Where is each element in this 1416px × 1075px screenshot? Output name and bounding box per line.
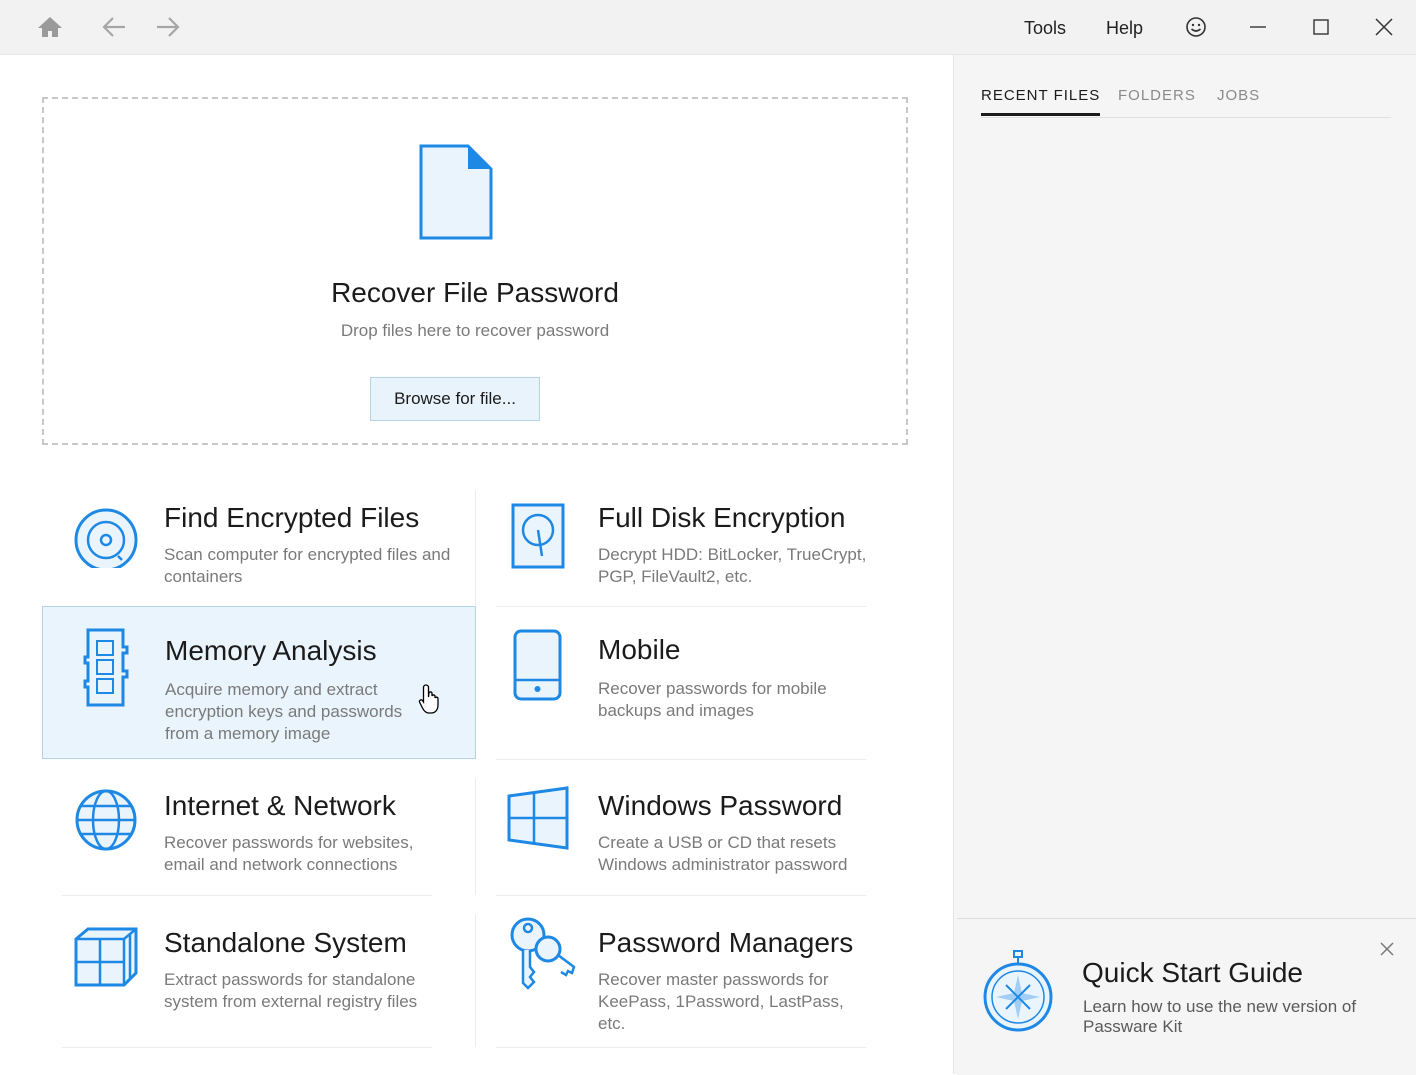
card-description: Recover master passwords for KeePass, 1P… bbox=[598, 970, 844, 1033]
card-standalone-system[interactable]: Standalone System Extract passwords for … bbox=[42, 915, 476, 1047]
maximize-icon[interactable] bbox=[1299, 0, 1343, 54]
dropzone-subtitle: Drop files here to recover password bbox=[340, 321, 610, 340]
card-description: Extract passwords for standalone system … bbox=[164, 970, 418, 1011]
quick-start-title: Quick Start Guide bbox=[1082, 957, 1303, 988]
divider bbox=[62, 1047, 432, 1048]
compass-stopwatch-icon bbox=[982, 949, 1054, 1038]
card-description: Decrypt HDD: BitLocker, TrueCrypt, PGP, … bbox=[598, 545, 867, 586]
globe-icon bbox=[72, 786, 140, 854]
card-description: Recover passwords for websites, email an… bbox=[164, 833, 414, 874]
tab-folders[interactable]: FOLDERS bbox=[1118, 85, 1196, 115]
cube-blocks-icon bbox=[72, 925, 140, 993]
file-icon bbox=[418, 143, 494, 246]
card-title: Mobile bbox=[598, 634, 681, 665]
tab-recent-files[interactable]: RECENT FILES bbox=[981, 85, 1101, 116]
card-internet-network[interactable]: Internet & Network Recover passwords for… bbox=[42, 778, 476, 895]
card-title: Memory Analysis bbox=[165, 635, 377, 666]
mobile-phone-icon bbox=[512, 628, 580, 701]
card-title: Full Disk Encryption bbox=[598, 502, 846, 533]
card-memory-analysis[interactable]: Memory Analysis Acquire memory and extra… bbox=[42, 606, 476, 759]
card-find-encrypted-files[interactable]: Find Encrypted Files Scan computer for e… bbox=[42, 490, 476, 605]
back-arrow-icon[interactable] bbox=[92, 0, 136, 54]
hard-disk-icon bbox=[506, 500, 574, 569]
close-quick-start-icon[interactable] bbox=[1375, 937, 1399, 961]
close-icon[interactable] bbox=[1362, 0, 1406, 54]
file-drop-zone[interactable]: Recover File Password Drop files here to… bbox=[42, 97, 908, 445]
card-mobile[interactable]: Mobile Recover passwords for mobile back… bbox=[476, 606, 910, 759]
hand-cursor-icon bbox=[418, 683, 444, 720]
title-bar: Tools Help bbox=[0, 0, 1416, 55]
card-windows-password[interactable]: Windows Password Create a USB or CD that… bbox=[476, 778, 910, 895]
quick-start-description: Learn how to use the new version of Pass… bbox=[1083, 997, 1357, 1036]
card-password-managers[interactable]: Password Managers Recover master passwor… bbox=[476, 915, 910, 1047]
card-title: Windows Password bbox=[598, 790, 843, 821]
card-description: Create a USB or CD that resets Windows a… bbox=[598, 833, 848, 874]
help-menu[interactable]: Help bbox=[1106, 0, 1143, 54]
browse-for-file-button[interactable]: Browse for file... bbox=[370, 377, 540, 421]
right-panel-tabs: RECENT FILES FOLDERS JOBS bbox=[981, 85, 1391, 118]
card-title: Internet & Network bbox=[164, 790, 396, 821]
smiley-feedback-icon[interactable] bbox=[1174, 0, 1218, 54]
disc-scan-icon bbox=[72, 500, 140, 572]
minimize-icon[interactable] bbox=[1236, 0, 1280, 54]
windows-logo-icon bbox=[506, 786, 574, 854]
divider bbox=[496, 895, 866, 896]
dropzone-title: Recover File Password bbox=[331, 277, 619, 308]
divider bbox=[62, 895, 432, 896]
card-description: Acquire memory and extract encryption ke… bbox=[165, 680, 403, 743]
card-description: Recover passwords for mobile backups and… bbox=[598, 679, 827, 720]
divider bbox=[496, 1047, 866, 1048]
card-description: Scan computer for encrypted files and co… bbox=[164, 545, 451, 586]
forward-arrow-icon[interactable] bbox=[146, 0, 190, 54]
card-title: Password Managers bbox=[598, 927, 854, 958]
card-full-disk-encryption[interactable]: Full Disk Encryption Decrypt HDD: BitLoc… bbox=[476, 490, 910, 605]
quick-start-guide-banner[interactable]: Quick Start Guide Learn how to use the n… bbox=[957, 918, 1416, 1075]
home-icon[interactable] bbox=[28, 0, 72, 54]
tab-jobs[interactable]: JOBS bbox=[1217, 85, 1260, 115]
divider bbox=[496, 759, 866, 760]
tools-menu[interactable]: Tools bbox=[1024, 0, 1066, 54]
card-title: Standalone System bbox=[164, 927, 407, 958]
right-panel: RECENT FILES FOLDERS JOBS Quick Start Gu… bbox=[953, 55, 1416, 1075]
keys-icon bbox=[506, 915, 576, 990]
card-title: Find Encrypted Files bbox=[164, 502, 420, 533]
memory-chip-icon bbox=[83, 627, 151, 707]
